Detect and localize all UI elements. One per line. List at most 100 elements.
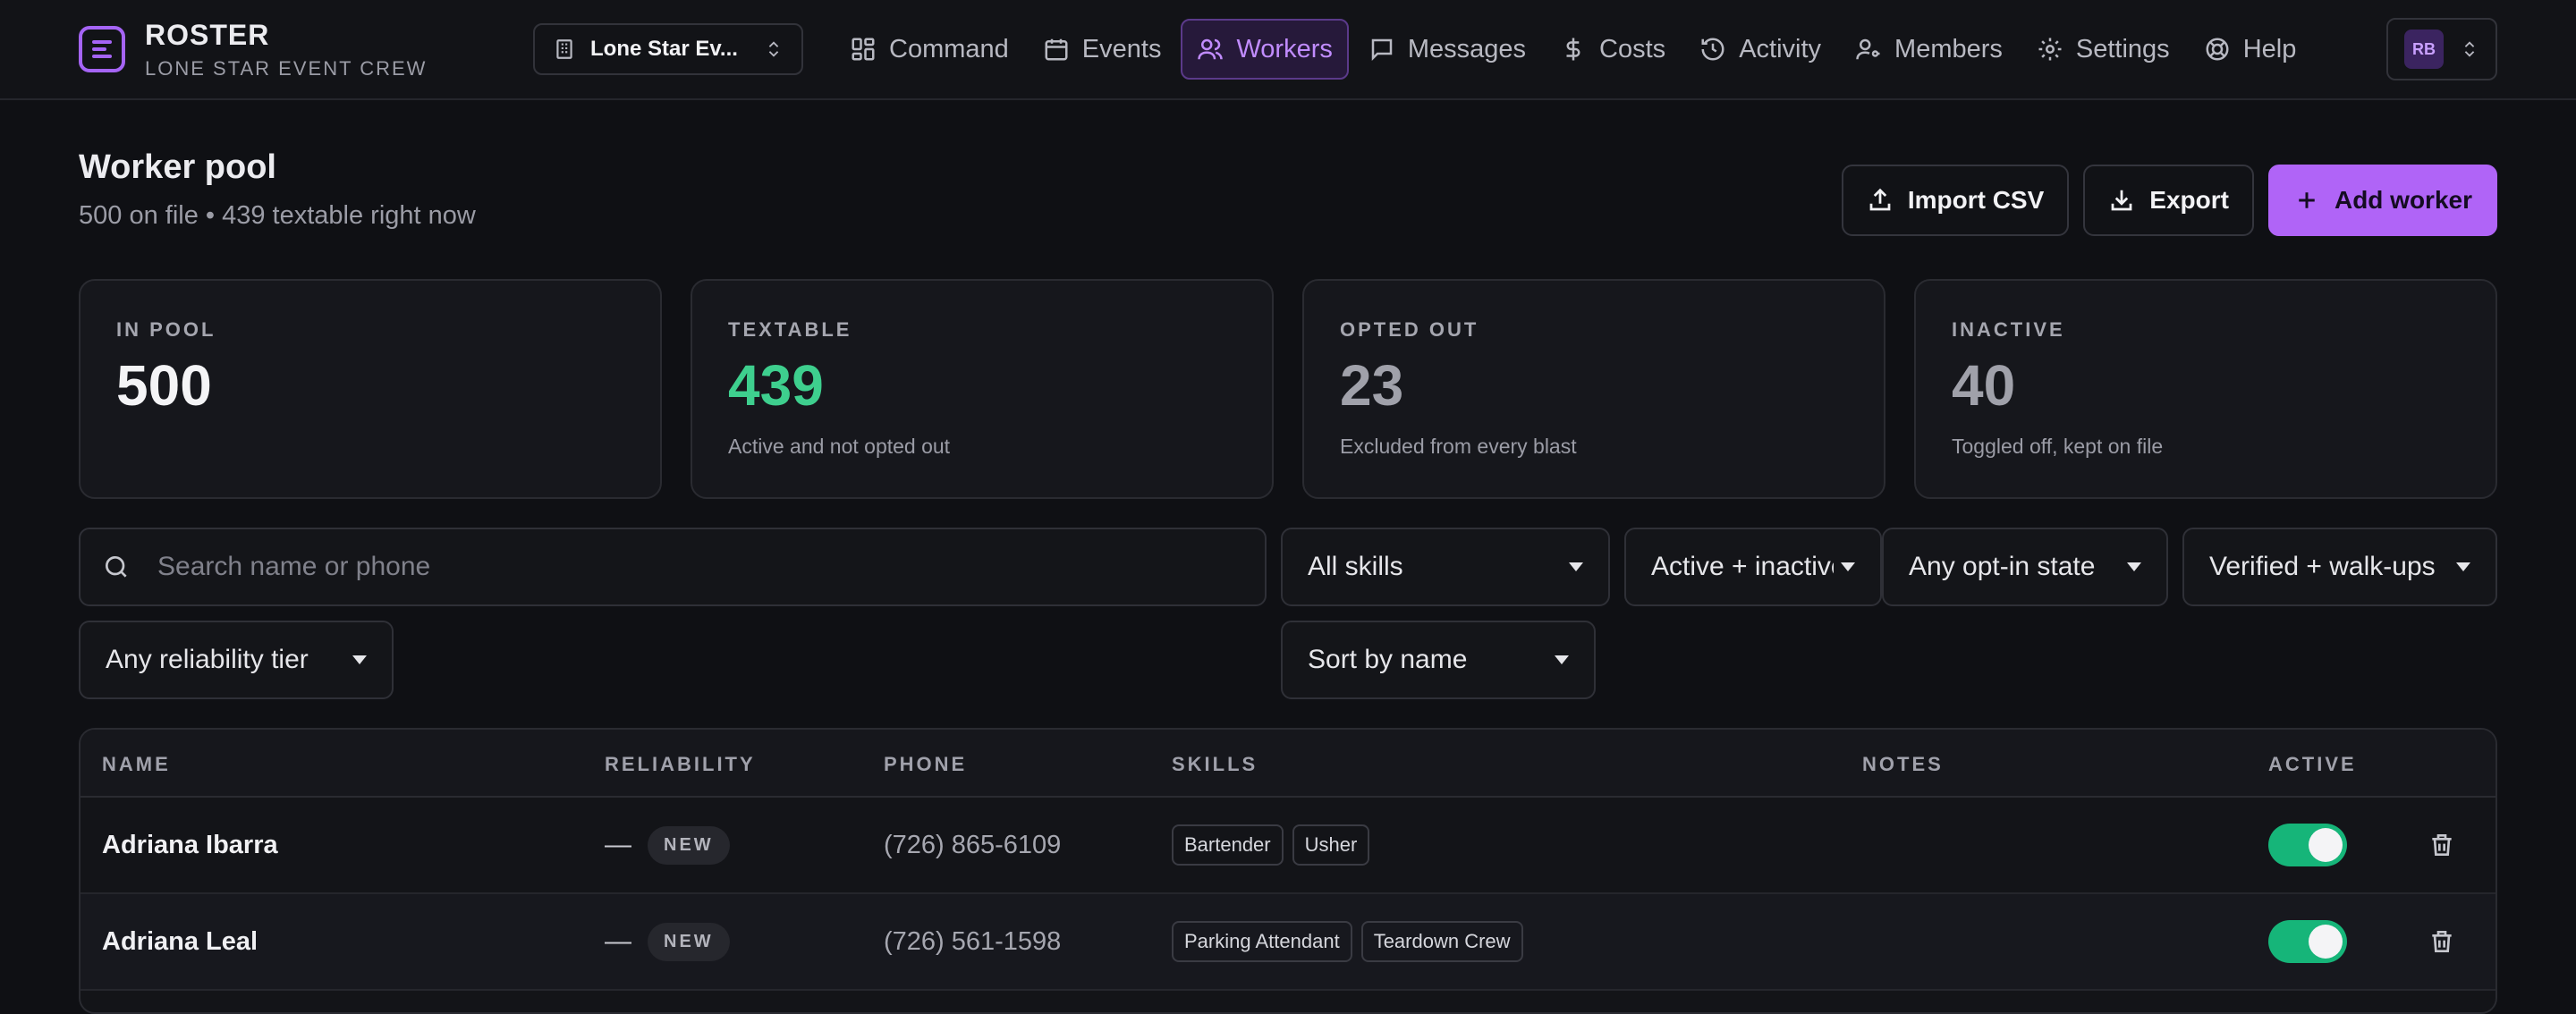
search-icon: [105, 556, 127, 578]
verified-filter-select[interactable]: Verified + walk-ups: [2182, 528, 2497, 606]
building-icon: [556, 39, 572, 59]
nav-help-label: Help: [2242, 34, 2297, 63]
column-header-name[interactable]: NAME: [102, 753, 171, 776]
nav-command-label: Command: [889, 34, 1009, 63]
chevron-down-icon: [2127, 562, 2141, 571]
nav-settings[interactable]: Settings: [2022, 19, 2184, 80]
skills-filter-value: All skills: [1308, 552, 1403, 581]
calendar-icon: [1045, 38, 1068, 61]
export-button[interactable]: Export: [2083, 165, 2254, 236]
column-header-notes[interactable]: NOTES: [1862, 753, 1944, 776]
verified-filter-value: Verified + walk-ups: [2209, 552, 2436, 581]
reliability-filter-select[interactable]: Any reliability tier: [79, 621, 394, 699]
column-header-active[interactable]: ACTIVE: [2268, 753, 2357, 776]
account-switcher[interactable]: RB: [2386, 18, 2497, 80]
export-label: Export: [2149, 186, 2229, 214]
nav-costs[interactable]: Costs: [1546, 19, 1680, 80]
nav-events[interactable]: Events: [1029, 19, 1176, 80]
event-selector[interactable]: Lone Star Ev...: [533, 23, 803, 75]
skill-tag: Usher: [1292, 824, 1370, 866]
chevron-up-down-icon: [2464, 41, 2475, 57]
sort-value: Sort by name: [1308, 645, 1468, 674]
download-icon: [2111, 190, 2132, 211]
chevron-up-down-icon: [768, 41, 779, 57]
table-header: NAME RELIABILITY PHONE SKILLS NOTES ACTI…: [80, 730, 2496, 798]
worker-name[interactable]: Adriana Leal: [102, 927, 258, 957]
dollar-icon: [1566, 38, 1580, 61]
avatar: RB: [2404, 30, 2444, 69]
column-header-reliability[interactable]: RELIABILITY: [605, 753, 756, 776]
stat-card-inactive: INACTIVE 40 Toggled off, kept on file: [1914, 279, 2497, 499]
add-worker-label: Add worker: [2334, 186, 2472, 214]
stat-card-textable: TEXTABLE 439 Active and not opted out: [691, 279, 1274, 499]
add-worker-button[interactable]: Add worker: [2267, 165, 2497, 236]
history-icon: [1701, 38, 1724, 61]
worker-phone: (726) 865-6109: [884, 830, 1062, 859]
workers-table: NAME RELIABILITY PHONE SKILLS NOTES ACTI…: [79, 728, 2497, 1014]
nav-costs-label: Costs: [1599, 34, 1666, 63]
stat-note: Active and not opted out: [728, 435, 951, 458]
nav-workers[interactable]: Workers: [1181, 19, 1349, 80]
page-actions: Import CSV Export Add worker: [1841, 165, 2497, 236]
page-subtitle: 500 on file • 439 textable right now: [79, 201, 476, 230]
plus-icon: [2299, 192, 2315, 208]
stat-label: INACTIVE: [1952, 318, 2065, 341]
event-selector-label: Lone Star Ev...: [590, 37, 738, 61]
brand[interactable]: ROSTER LONE STAR EVENT CREW: [79, 19, 454, 80]
status-filter-select[interactable]: Active + inactive: [1624, 528, 1882, 606]
active-toggle[interactable]: [2268, 824, 2347, 866]
user-key-icon: [1856, 38, 1880, 60]
top-nav: ROSTER LONE STAR EVENT CREW Lone Star Ev…: [0, 0, 2576, 100]
sort-select[interactable]: Sort by name: [1281, 621, 1596, 699]
trash-icon[interactable]: [2428, 927, 2456, 956]
chevron-down-icon: [352, 655, 367, 664]
import-csv-button[interactable]: Import CSV: [1841, 165, 2070, 236]
search-input[interactable]: [156, 551, 1243, 583]
lifebuoy-icon: [2206, 38, 2229, 61]
app-subtitle: LONE STAR EVENT CREW: [145, 56, 428, 80]
nav-help[interactable]: Help: [2190, 19, 2311, 80]
stat-label: OPTED OUT: [1340, 318, 1479, 341]
chevron-down-icon: [1555, 655, 1569, 664]
reliability-tier-badge: NEW: [648, 825, 730, 865]
stat-value: 500: [116, 353, 212, 418]
reliability-score: —: [605, 926, 631, 956]
nav-activity[interactable]: Activity: [1685, 19, 1835, 80]
roster-logo-icon: [79, 26, 125, 72]
active-toggle[interactable]: [2268, 920, 2347, 963]
nav-command[interactable]: Command: [835, 19, 1023, 80]
layout-grid-icon: [852, 38, 875, 61]
table-row[interactable]: Adriana Leal — NEW (726) 561-1598 Parkin…: [80, 894, 2496, 991]
nav-workers-label: Workers: [1236, 34, 1333, 63]
trash-icon[interactable]: [2428, 831, 2456, 859]
worker-name[interactable]: Adriana Ibarra: [102, 831, 278, 860]
stat-note: Toggled off, kept on file: [1952, 435, 2164, 458]
column-header-phone[interactable]: PHONE: [884, 753, 967, 776]
users-icon: [1198, 38, 1224, 60]
stat-label: TEXTABLE: [728, 318, 852, 341]
message-icon: [1371, 38, 1393, 62]
stat-value: 439: [728, 353, 824, 418]
stat-value: 23: [1340, 353, 1404, 418]
skill-tag: Teardown Crew: [1360, 921, 1523, 962]
table-row[interactable]: Adriana Ibarra — NEW (726) 865-6109 Bart…: [80, 798, 2496, 894]
nav-messages[interactable]: Messages: [1354, 19, 1540, 80]
skill-tag: Bartender: [1172, 824, 1284, 866]
stat-note: Excluded from every blast: [1340, 435, 1577, 458]
page-header: Worker pool 500 on file • 439 textable r…: [79, 148, 476, 231]
reliability-score: —: [605, 830, 631, 859]
nav-messages-label: Messages: [1407, 34, 1527, 63]
stat-label: IN POOL: [116, 318, 216, 341]
nav-events-label: Events: [1081, 34, 1162, 63]
skills-filter-select[interactable]: All skills: [1281, 528, 1610, 606]
column-header-skills[interactable]: SKILLS: [1172, 753, 1258, 776]
opt-in-filter-select[interactable]: Any opt-in state: [1882, 528, 2168, 606]
reliability-filter-value: Any reliability tier: [106, 645, 309, 674]
skill-tag: Parking Attendant: [1172, 921, 1352, 962]
import-csv-label: Import CSV: [1907, 186, 2045, 214]
nav-members[interactable]: Members: [1841, 19, 2017, 80]
opt-in-filter-value: Any opt-in state: [1909, 552, 2096, 581]
chevron-down-icon: [1841, 562, 1855, 571]
status-filter-value: Active + inactive: [1651, 552, 1834, 581]
page-title: Worker pool: [79, 148, 276, 186]
